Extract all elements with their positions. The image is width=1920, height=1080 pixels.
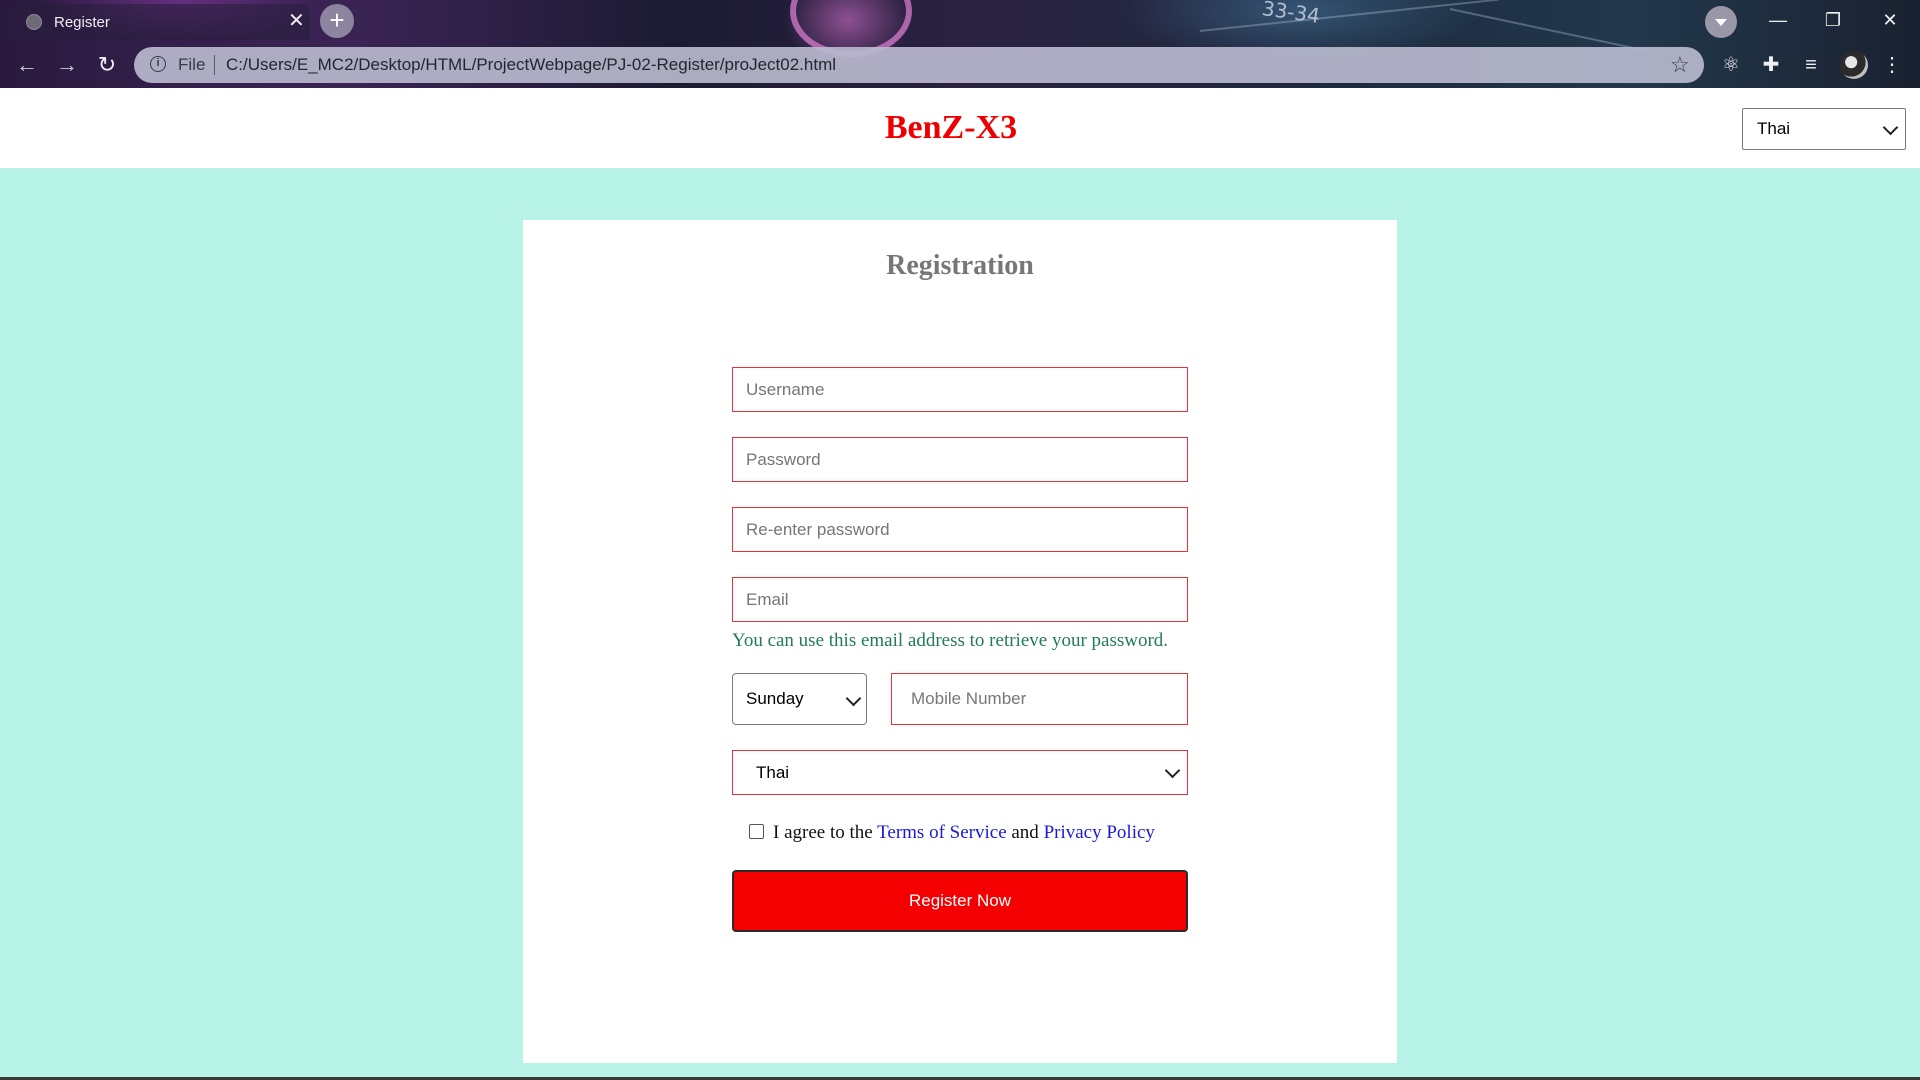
address-url[interactable]: C:/Users/E_MC2/Desktop/HTML/ProjectWebpa… (226, 55, 836, 75)
register-now-button[interactable]: Register Now (732, 870, 1188, 932)
agree-text: I agree to the Terms of Service and Priv… (773, 822, 1155, 844)
privacy-policy-link[interactable]: Privacy Policy (1044, 822, 1155, 843)
country-select-value: Thai (756, 763, 790, 782)
minimize-icon[interactable]: — (1758, 4, 1798, 36)
chevron-down-icon (1164, 762, 1181, 779)
mobile-number-field[interactable] (891, 673, 1188, 725)
file-scheme-label: File (178, 55, 206, 74)
forward-arrow-icon[interactable]: → (52, 50, 82, 80)
chevron-down-icon (845, 690, 862, 707)
agree-mid: and (1006, 822, 1044, 843)
browser-tab-register[interactable]: Register ✕ (10, 4, 310, 40)
email-field[interactable] (732, 577, 1188, 622)
page-title: Registration (886, 250, 1034, 281)
mobile-number-input[interactable] (892, 674, 1187, 724)
back-arrow-icon[interactable]: ← (12, 50, 42, 80)
registration-card: Registration You can use this email addr… (523, 220, 1397, 1063)
password-input[interactable] (733, 438, 1187, 481)
tab-search-icon[interactable] (1705, 6, 1737, 38)
new-tab-button[interactable]: + (320, 4, 354, 38)
language-select[interactable]: Thai (1742, 108, 1906, 150)
reload-icon[interactable]: ↻ (92, 50, 122, 80)
react-devtools-icon[interactable]: ⚛ (1718, 52, 1744, 78)
wallpaper-decoration (1199, 0, 1499, 32)
close-window-icon[interactable]: ✕ (1870, 4, 1910, 36)
terms-of-service-link[interactable]: Terms of Service (877, 822, 1007, 843)
reenter-password-input[interactable] (733, 508, 1187, 551)
chevron-down-icon (1882, 119, 1899, 136)
agree-checkbox[interactable] (749, 824, 764, 839)
site-header: BenZ-X3 Thai (0, 88, 1920, 168)
info-icon[interactable]: i (150, 56, 166, 72)
email-input[interactable] (733, 578, 1187, 621)
agree-prefix: I agree to the (773, 822, 878, 843)
media-queue-icon[interactable]: ≡ (1798, 52, 1824, 78)
restore-icon[interactable]: ❐ (1813, 4, 1853, 36)
brand-logo-text: BenZ-X3 (884, 109, 1018, 146)
browser-chrome: 33-34 Register ✕ + — ❐ ✕ ← → ↻ i File C:… (0, 0, 1920, 88)
tab-title: Register (54, 14, 110, 31)
close-tab-icon[interactable]: ✕ (288, 10, 305, 32)
wallpaper-decoration (1449, 8, 1646, 52)
country-select[interactable]: Thai (732, 750, 1188, 795)
more-menu-icon[interactable]: ⋮ (1882, 50, 1902, 80)
day-select-value: Sunday (746, 689, 804, 708)
address-separator (214, 55, 215, 75)
password-field[interactable] (732, 437, 1188, 482)
address-bar[interactable]: i File C:/Users/E_MC2/Desktop/HTML/Proje… (134, 47, 1704, 83)
email-hint: You can use this email address to retrie… (732, 630, 1169, 651)
reenter-password-field[interactable] (732, 507, 1188, 552)
username-input[interactable] (733, 368, 1187, 411)
day-select[interactable]: Sunday (732, 673, 867, 725)
profile-avatar[interactable] (1840, 51, 1868, 79)
globe-icon (26, 14, 42, 30)
language-select-value: Thai (1757, 119, 1791, 138)
bookmark-star-icon[interactable]: ☆ (1670, 52, 1690, 78)
extensions-puzzle-icon[interactable]: ✚ (1758, 52, 1784, 78)
username-field[interactable] (732, 367, 1188, 412)
